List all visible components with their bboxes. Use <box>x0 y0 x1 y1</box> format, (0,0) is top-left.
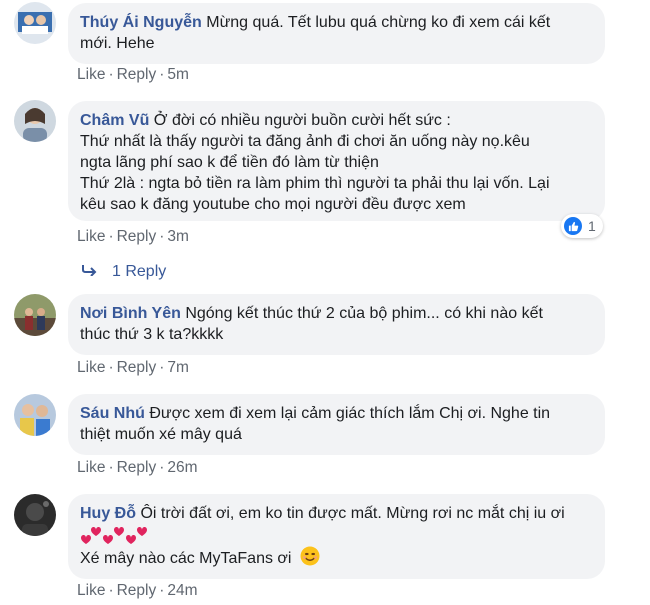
comment-text: Xé mây nào các MyTaFans ơi <box>80 550 292 568</box>
comment-bubble: Nơi Bình Yên Ngóng kết thúc thứ 2 của bộ… <box>68 294 605 355</box>
reply-link[interactable]: Reply <box>117 459 157 476</box>
separator: · <box>159 459 165 476</box>
comment-text: Ngóng kết thúc thứ 2 của bộ phim... có k… <box>185 305 543 322</box>
comment-bubble: Sáu Nhú Được xem đi xem lại cảm giác thí… <box>68 394 605 455</box>
separator: · <box>108 359 114 376</box>
separator: · <box>159 582 165 599</box>
avatar[interactable] <box>14 494 56 536</box>
separator: · <box>159 228 165 245</box>
smiling-face-emoji-icon <box>300 546 320 572</box>
avatar[interactable] <box>14 2 56 44</box>
reaction-badge[interactable]: 1 <box>561 214 603 238</box>
comment-text: thúc thứ 3 k ta?kkkk <box>80 326 224 343</box>
timestamp[interactable]: 24m <box>167 582 197 599</box>
reply-link[interactable]: Reply <box>117 582 157 599</box>
timestamp[interactable]: 26m <box>167 459 197 476</box>
separator: · <box>108 228 114 245</box>
comment-actions: Like · Reply · 3m <box>77 228 189 246</box>
like-link[interactable]: Like <box>77 359 105 376</box>
like-link[interactable]: Like <box>77 66 105 83</box>
view-replies-link[interactable]: 1 Reply <box>82 263 166 281</box>
reply-arrow-icon <box>82 263 98 281</box>
comment-text: Thứ 2là : ngta bỏ tiền ra làm phim thì n… <box>80 175 550 192</box>
timestamp[interactable]: 3m <box>167 228 189 245</box>
comment-text: Ở đời có nhiều người buồn cười hết sức : <box>153 112 451 129</box>
comment-bubble: Châm Vũ Ở đời có nhiều người buồn cười h… <box>68 101 605 221</box>
comment-actions: Like · Reply · 5m <box>77 66 189 84</box>
comment-author[interactable]: Châm Vũ <box>80 112 149 129</box>
separator: · <box>108 66 114 83</box>
timestamp[interactable]: 7m <box>167 359 189 376</box>
comment-bubble: Thúy Ái Nguyễn Mừng quá. Tết lubu quá ch… <box>68 3 605 64</box>
comment-text: Mừng quá. Tết lubu quá chừng ko đi xem c… <box>206 14 551 31</box>
comment-text: mới. Hehe <box>80 35 155 52</box>
reply-link[interactable]: Reply <box>117 359 157 376</box>
comment-text: kêu sao k đăng youtube cho mọi người đều… <box>80 196 466 213</box>
comment-bubble: Huy Đỗ Ôi trời đất ơi, em ko tin được mấ… <box>68 494 605 579</box>
comment-text: Được xem đi xem lại cảm giác thích lắm C… <box>149 405 551 422</box>
like-link[interactable]: Like <box>77 228 105 245</box>
replies-count-label[interactable]: 1 Reply <box>112 263 166 281</box>
separator: · <box>108 459 114 476</box>
comment-actions: Like · Reply · 24m <box>77 582 198 600</box>
comment-actions: Like · Reply · 7m <box>77 359 189 377</box>
thumbs-up-icon <box>564 217 582 235</box>
comment-text: ngta lãng phí sao k để tiền đó làm từ th… <box>80 154 379 171</box>
reaction-count: 1 <box>588 218 596 234</box>
separator: · <box>159 359 165 376</box>
comment-actions: Like · Reply · 26m <box>77 459 198 477</box>
comment-author[interactable]: Sáu Nhú <box>80 405 145 422</box>
reply-link[interactable]: Reply <box>117 66 157 83</box>
separator: · <box>108 582 114 599</box>
avatar[interactable] <box>14 100 56 142</box>
like-link[interactable]: Like <box>77 582 105 599</box>
separator: · <box>159 66 165 83</box>
avatar[interactable] <box>14 394 56 436</box>
comment-author[interactable]: Nơi Bình Yên <box>80 305 181 322</box>
reply-link[interactable]: Reply <box>117 228 157 245</box>
comment-text: Ôi trời đất ơi, em ko tin được mất. Mừng… <box>140 505 565 522</box>
comment-text: Thứ nhất là thấy người ta đăng ảnh đi ch… <box>80 133 530 150</box>
timestamp[interactable]: 5m <box>167 66 189 83</box>
comment-author[interactable]: Huy Đỗ <box>80 505 136 522</box>
comment-text: thiệt muốn xé mây quá <box>80 426 242 443</box>
like-link[interactable]: Like <box>77 459 105 476</box>
hearts-emoji-icon <box>80 524 592 546</box>
avatar[interactable] <box>14 294 56 336</box>
comment-text-line: Xé mây nào các MyTaFans ơi <box>80 546 592 572</box>
comment-author[interactable]: Thúy Ái Nguyễn <box>80 14 202 31</box>
